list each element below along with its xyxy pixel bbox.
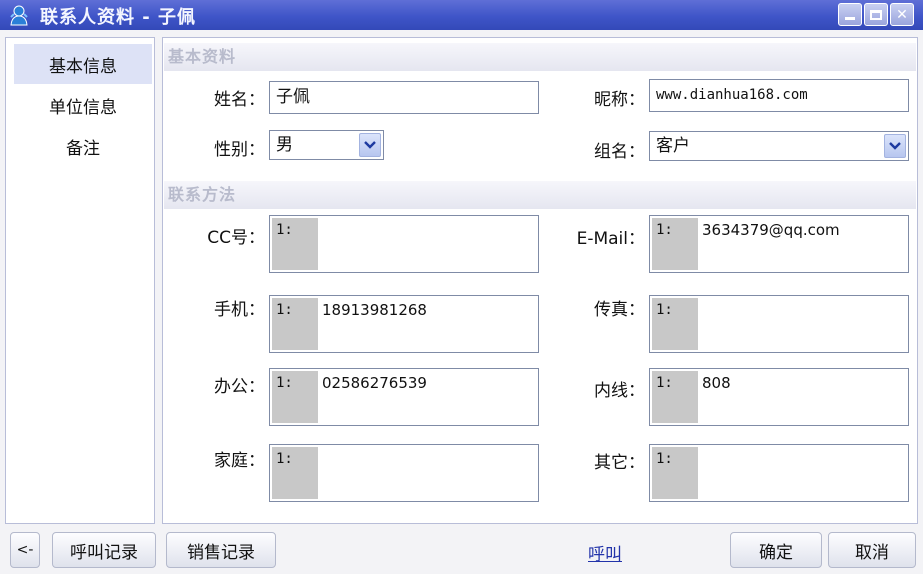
main-panel: 基本资料 姓名： 子佩 昵称： www.dianhua168.com 性别： 男… — [162, 37, 918, 524]
email-field[interactable]: 1: 3634379@qq.com — [649, 215, 909, 273]
gender-select[interactable]: 男 — [269, 130, 384, 160]
contact-app-icon — [10, 5, 28, 26]
office-label: 办公： — [214, 377, 265, 397]
name-label: 姓名： — [214, 90, 265, 110]
home-label: 家庭： — [214, 451, 265, 471]
back-button[interactable]: <- — [10, 532, 40, 568]
other-line-gutter: 1: — [652, 447, 698, 499]
group-label: 组名： — [594, 142, 645, 162]
cancel-button[interactable]: 取消 — [828, 532, 916, 568]
name-field[interactable]: 子佩 — [269, 81, 539, 114]
nav-item-label: 基本信息 — [49, 56, 117, 77]
home-line-gutter: 1: — [272, 447, 318, 499]
nav-item-basic-info[interactable]: 基本信息 — [14, 44, 152, 84]
fax-field[interactable]: 1: — [649, 295, 909, 353]
call-log-button[interactable]: 呼叫记录 — [52, 532, 156, 568]
fax-line-gutter: 1: — [652, 298, 698, 350]
email-label: E-Mail： — [576, 229, 645, 249]
mobile-field[interactable]: 1: 18913981268 — [269, 295, 539, 353]
fax-label: 传真： — [594, 300, 645, 320]
section-header-contact: 联系方法 — [164, 181, 916, 209]
extension-field[interactable]: 1: 808 — [649, 368, 909, 426]
cc-line-gutter: 1: — [272, 218, 318, 270]
title-bar: 联系人资料 - 子佩 ✕ — [0, 0, 923, 30]
nickname-label: 昵称： — [594, 90, 645, 110]
home-phone-field[interactable]: 1: — [269, 444, 539, 502]
office-phone-field[interactable]: 1: 02586276539 — [269, 368, 539, 426]
minimize-icon — [845, 17, 855, 20]
mobile-label: 手机： — [214, 300, 265, 320]
maximize-button[interactable] — [864, 3, 888, 26]
group-selected-value: 客户 — [656, 136, 690, 156]
cc-label: CC号： — [207, 228, 265, 248]
group-select[interactable]: 客户 — [649, 131, 909, 161]
maximize-icon — [870, 9, 882, 20]
left-nav: 基本信息 单位信息 备注 — [5, 37, 155, 524]
email-value: 3634379@qq.com — [702, 221, 840, 239]
window-title: 联系人资料 - 子佩 — [40, 7, 197, 28]
extension-value: 808 — [702, 374, 731, 392]
email-line-gutter: 1: — [652, 218, 698, 270]
cc-field[interactable]: 1: — [269, 215, 539, 273]
close-icon: ✕ — [896, 6, 908, 23]
minimize-button[interactable] — [838, 3, 862, 26]
chevron-down-icon — [889, 142, 901, 150]
gender-selected-value: 男 — [276, 135, 293, 155]
section-header-basic: 基本资料 — [164, 43, 916, 71]
extension-label: 内线： — [594, 381, 645, 401]
nickname-field[interactable]: www.dianhua168.com — [649, 79, 909, 112]
nav-item-notes[interactable]: 备注 — [14, 126, 152, 166]
nav-item-label: 单位信息 — [49, 97, 117, 118]
chevron-down-icon — [364, 141, 376, 149]
other-field[interactable]: 1: — [649, 444, 909, 502]
gender-label: 性别： — [214, 140, 265, 160]
nav-item-label: 备注 — [66, 138, 100, 159]
mobile-line-gutter: 1: — [272, 298, 318, 350]
ok-button[interactable]: 确定 — [730, 532, 822, 568]
group-dropdown-button[interactable] — [884, 134, 906, 158]
sales-log-button[interactable]: 销售记录 — [166, 532, 276, 568]
nav-item-company-info[interactable]: 单位信息 — [14, 85, 152, 125]
back-arrow-icon: <- — [16, 542, 34, 558]
extension-line-gutter: 1: — [652, 371, 698, 423]
office-value: 02586276539 — [322, 374, 427, 392]
office-line-gutter: 1: — [272, 371, 318, 423]
call-link[interactable]: 呼叫 — [588, 540, 622, 565]
gender-dropdown-button[interactable] — [359, 133, 381, 157]
other-label: 其它： — [594, 453, 645, 473]
close-button[interactable]: ✕ — [890, 3, 914, 26]
mobile-value: 18913981268 — [322, 301, 427, 319]
